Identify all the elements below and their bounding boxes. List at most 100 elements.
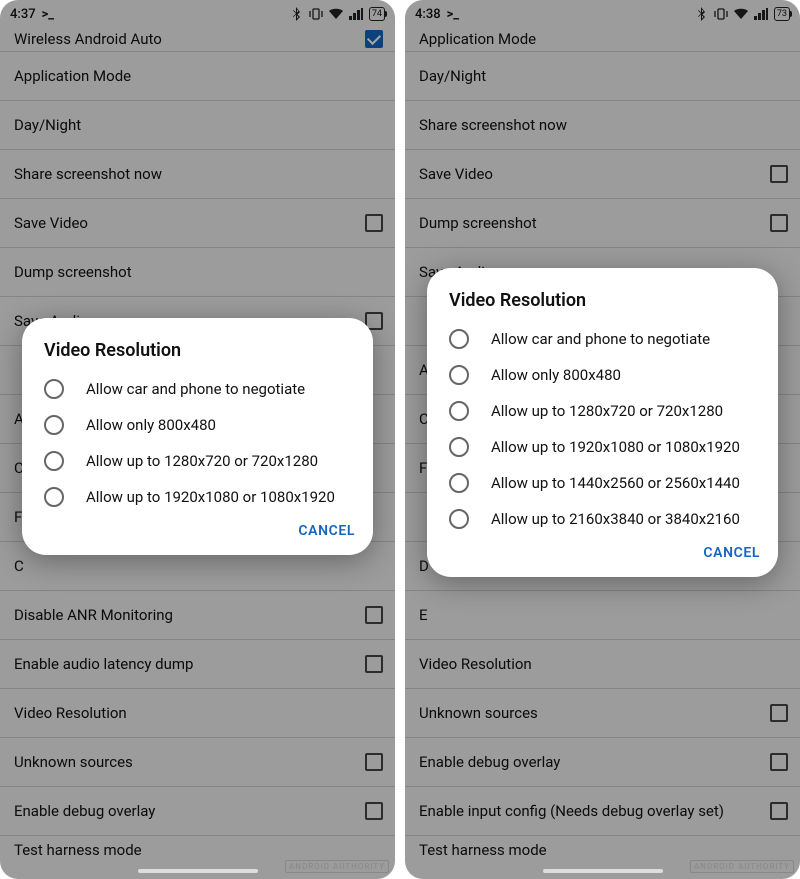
- cancel-button[interactable]: CANCEL: [298, 523, 355, 539]
- settings-row[interactable]: Dump screenshot: [0, 248, 395, 297]
- option-label: Allow up to 1280x720 or 720x1280: [491, 402, 723, 421]
- phone-right: 4:38 >_ 73 Application Mode Day/Night Shar…: [405, 0, 800, 879]
- settings-row[interactable]: Unknown sources: [405, 689, 800, 738]
- row-label: Application Mode: [14, 67, 131, 85]
- battery-icon: 73: [774, 7, 790, 21]
- watermark: ANDROID AUTHORITY: [285, 860, 389, 873]
- row-label: Enable input config (Needs debug overlay…: [419, 802, 724, 820]
- video-resolution-dialog: Video Resolution Allow car and phone to …: [22, 318, 373, 555]
- row-label: Unknown sources: [419, 704, 538, 722]
- option-label: Allow up to 2160x3840 or 3840x2160: [491, 510, 740, 529]
- settings-row[interactable]: Share screenshot now: [0, 150, 395, 199]
- wifi-icon: [734, 8, 748, 20]
- settings-row[interactable]: Dump screenshot: [405, 199, 800, 248]
- radio-icon: [449, 401, 469, 421]
- radio-icon: [449, 437, 469, 457]
- checkbox[interactable]: [770, 165, 788, 183]
- resolution-option[interactable]: Allow up to 1920x1080 or 1080x1920: [427, 429, 778, 465]
- nav-handle[interactable]: [138, 869, 258, 873]
- row-label: C: [14, 557, 24, 575]
- row-label: Enable audio latency dump: [14, 655, 193, 673]
- resolution-option[interactable]: Allow up to 1440x2560 or 2560x1440: [427, 465, 778, 501]
- resolution-option[interactable]: Allow car and phone to negotiate: [22, 371, 373, 407]
- settings-row[interactable]: Application Mode: [0, 52, 395, 101]
- settings-row[interactable]: Day/Night: [0, 101, 395, 150]
- status-time: 4:38: [415, 7, 441, 22]
- row-label: Wireless Android Auto: [14, 30, 162, 48]
- settings-row[interactable]: Day/Night: [405, 52, 800, 101]
- battery-icon: 74: [369, 7, 385, 21]
- checkbox[interactable]: [770, 802, 788, 820]
- settings-row[interactable]: E: [405, 591, 800, 640]
- settings-row[interactable]: Enable debug overlay: [0, 787, 395, 836]
- dialog-title: Video Resolution: [22, 340, 373, 371]
- settings-row[interactable]: Unknown sources: [0, 738, 395, 787]
- resolution-option[interactable]: Allow up to 1280x720 or 720x1280: [22, 443, 373, 479]
- option-label: Allow only 800x480: [86, 416, 216, 435]
- row-label: Save Video: [419, 165, 493, 183]
- radio-icon: [449, 329, 469, 349]
- radio-icon: [449, 365, 469, 385]
- checkbox[interactable]: [365, 655, 383, 673]
- checkbox[interactable]: [365, 753, 383, 771]
- option-label: Allow up to 1280x720 or 720x1280: [86, 452, 318, 471]
- radio-icon: [44, 487, 64, 507]
- dialog-title: Video Resolution: [427, 290, 778, 321]
- row-label: Share screenshot now: [14, 165, 162, 183]
- option-label: Allow only 800x480: [491, 366, 621, 385]
- radio-icon: [44, 415, 64, 435]
- checkbox[interactable]: [770, 753, 788, 771]
- checkbox[interactable]: [365, 802, 383, 820]
- checkbox[interactable]: [365, 214, 383, 232]
- resolution-option[interactable]: Allow up to 2160x3840 or 3840x2160: [427, 501, 778, 537]
- resolution-option[interactable]: Allow up to 1920x1080 or 1080x1920: [22, 479, 373, 515]
- row-label: Video Resolution: [419, 655, 532, 673]
- status-prompt-icon: >_: [447, 7, 460, 22]
- row-label: Unknown sources: [14, 753, 133, 771]
- row-label: Enable debug overlay: [14, 802, 155, 820]
- radio-icon: [449, 473, 469, 493]
- settings-row[interactable]: Video Resolution: [0, 689, 395, 738]
- settings-row[interactable]: Wireless Android Auto: [0, 28, 395, 52]
- status-prompt-icon: >_: [42, 7, 55, 22]
- row-label: Dump screenshot: [419, 214, 537, 232]
- checkbox[interactable]: [365, 606, 383, 624]
- option-label: Allow up to 1920x1080 or 1080x1920: [491, 438, 740, 457]
- settings-row[interactable]: Save Video: [405, 150, 800, 199]
- resolution-option[interactable]: Allow only 800x480: [427, 357, 778, 393]
- cancel-button[interactable]: CANCEL: [703, 545, 760, 561]
- resolution-option[interactable]: Allow car and phone to negotiate: [427, 321, 778, 357]
- row-label: Share screenshot now: [419, 116, 567, 134]
- nav-handle[interactable]: [543, 869, 663, 873]
- settings-row[interactable]: Share screenshot now: [405, 101, 800, 150]
- settings-row[interactable]: Enable debug overlay: [405, 738, 800, 787]
- option-label: Allow up to 1440x2560 or 2560x1440: [491, 474, 740, 493]
- checkbox[interactable]: [770, 704, 788, 722]
- settings-row[interactable]: Application Mode: [405, 28, 800, 52]
- status-bar: 4:37 >_ 74: [0, 0, 395, 28]
- watermark: ANDROID AUTHORITY: [690, 860, 794, 873]
- row-label: Application Mode: [419, 30, 536, 48]
- settings-row[interactable]: Video Resolution: [405, 640, 800, 689]
- row-label: Test harness mode: [14, 841, 142, 859]
- row-label: Enable debug overlay: [419, 753, 560, 771]
- phone-left: 4:37 >_ 74 Wireless Android Auto Applicat…: [0, 0, 395, 879]
- radio-icon: [44, 451, 64, 471]
- radio-icon: [449, 509, 469, 529]
- checkbox[interactable]: [365, 30, 383, 48]
- row-label: Day/Night: [419, 67, 486, 85]
- option-label: Allow up to 1920x1080 or 1080x1920: [86, 488, 335, 507]
- checkbox[interactable]: [770, 214, 788, 232]
- vibrate-icon: [309, 8, 323, 20]
- row-label: Save Video: [14, 214, 88, 232]
- row-label: Test harness mode: [419, 841, 547, 859]
- settings-row[interactable]: Enable input config (Needs debug overlay…: [405, 787, 800, 836]
- resolution-option[interactable]: Allow up to 1280x720 or 720x1280: [427, 393, 778, 429]
- row-label: Day/Night: [14, 116, 81, 134]
- row-label: E: [419, 606, 428, 624]
- bluetooth-icon: [293, 7, 303, 21]
- settings-row[interactable]: Disable ANR Monitoring: [0, 591, 395, 640]
- resolution-option[interactable]: Allow only 800x480: [22, 407, 373, 443]
- settings-row[interactable]: Enable audio latency dump: [0, 640, 395, 689]
- settings-row[interactable]: Save Video: [0, 199, 395, 248]
